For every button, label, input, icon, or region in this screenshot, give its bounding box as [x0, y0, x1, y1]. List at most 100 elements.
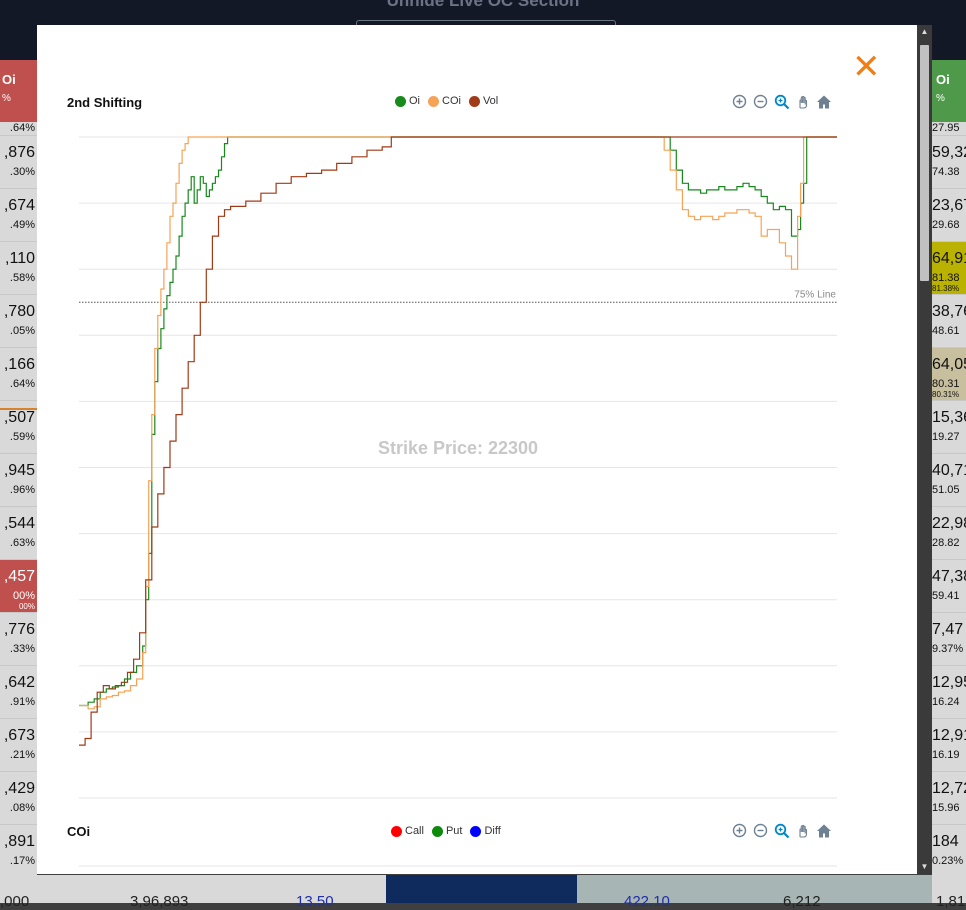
- right-oi-percent: 74.38: [932, 166, 960, 178]
- right-oi-cell: 59,32 74.38: [932, 136, 966, 189]
- bottom-cell-3: 13.50: [296, 893, 334, 910]
- bottom-cell-5: 6,212: [783, 893, 821, 910]
- right-oi-value: 12,72: [932, 780, 966, 797]
- left-oi-percent: .33%: [9, 643, 35, 655]
- right-column-header: Oi %: [932, 60, 966, 122]
- right-oi-cell: 12,91 16.19: [932, 719, 966, 772]
- left-oi-percent: .49%: [9, 219, 35, 231]
- page-title: Unhide Live OC Section: [386, 0, 580, 10]
- left-oi-value: ,507: [3, 409, 35, 426]
- left-oi-value: ,544: [3, 515, 35, 532]
- right-oi-cell: 47,38 59.41: [932, 560, 966, 613]
- right-oi-value: 38,76: [932, 303, 966, 320]
- right-oi-cell: 22,98 28.82: [932, 507, 966, 560]
- right-oi-value: 7,47: [932, 621, 964, 638]
- bottom-cell-4: 422.10: [624, 893, 670, 910]
- scroll-up-arrow-icon[interactable]: ▲: [917, 25, 932, 39]
- right-oi-cell: 40,71 51.05: [932, 454, 966, 507]
- right-oi-percent: 27.95: [932, 122, 960, 134]
- right-oi-percent: 0.23%: [932, 855, 964, 867]
- right-oi-cell: 184 0.23%: [932, 825, 966, 878]
- left-oi-subpercent: 00%: [18, 602, 35, 611]
- chart-modal: ✕ 2nd Shifting Oi COi Vol COi Call Put Diff …: [37, 25, 917, 874]
- right-oi-cell: 23,67 29.68: [932, 189, 966, 242]
- right-oi-cell: 7,47 9.37%: [932, 613, 966, 666]
- atm-divider-line: [0, 408, 37, 410]
- left-oi-percent: .58%: [9, 272, 35, 284]
- left-oi-value: ,776: [3, 621, 35, 638]
- left-oi-value: ,674: [3, 197, 35, 214]
- right-oi-value: 64,91: [932, 250, 966, 267]
- bottom-row-strike-cell: [386, 875, 577, 903]
- left-oi-percent: .59%: [9, 431, 35, 443]
- left-oi-value: ,780: [3, 303, 35, 320]
- right-oi-value: 47,38: [932, 568, 966, 585]
- right-oi-percent: 28.82: [932, 537, 960, 549]
- left-oi-percent: .05%: [9, 325, 35, 337]
- right-oi-value: 12,91: [932, 727, 966, 744]
- scroll-thumb[interactable]: [920, 45, 929, 281]
- left-oi-value: ,457: [3, 568, 35, 585]
- modal-scrollbar[interactable]: ▲ ▼: [917, 25, 932, 874]
- right-oi-cell: 38,76 48.61: [932, 295, 966, 348]
- left-oi-cell: ,673 .21%: [0, 719, 37, 772]
- left-oi-cell: ,429 .08%: [0, 772, 37, 825]
- right-oi-cell: 12,95 16.24: [932, 666, 966, 719]
- right-oi-cell: 64,0580.3180.31%: [932, 348, 966, 401]
- right-oi-percent: 19.27: [932, 431, 960, 443]
- left-oi-percent: .91%: [9, 696, 35, 708]
- left-oi-percent: .64%: [9, 122, 35, 134]
- right-oi-value: 184: [932, 833, 959, 850]
- series-line-oi: [79, 136, 837, 707]
- right-oi-cell: 12,72 15.96: [932, 772, 966, 825]
- right-oi-value: 12,95: [932, 674, 966, 691]
- right-oi-value: 64,05: [932, 356, 966, 373]
- left-oi-value: ,673: [3, 727, 35, 744]
- left-oi-cell: .64%: [0, 122, 37, 136]
- left-oi-percent: .08%: [9, 802, 35, 814]
- left-oi-percent: .63%: [9, 537, 35, 549]
- left-oi-value: ,166: [3, 356, 35, 373]
- scroll-down-arrow-icon[interactable]: ▼: [917, 860, 932, 874]
- seventy-five-percent-label: 75% Line: [794, 289, 836, 300]
- right-oi-percent: 51.05: [932, 484, 960, 496]
- left-oi-value: ,876: [3, 144, 35, 161]
- left-oi-cell: ,780 .05%: [0, 295, 37, 348]
- chart1-plot[interactable]: Strike Price: 22300 75% Line: [37, 25, 917, 874]
- right-oi-value: 59,32: [932, 144, 966, 161]
- left-oi-value: ,429: [3, 780, 35, 797]
- left-oi-cell: ,776 .33%: [0, 613, 37, 666]
- left-oi-value: ,891: [3, 833, 35, 850]
- right-header-sub: %: [936, 93, 945, 104]
- left-oi-percent: .17%: [9, 855, 35, 867]
- left-oi-cell: ,166 .64%: [0, 348, 37, 401]
- left-oi-cell: ,110 .58%: [0, 242, 37, 295]
- left-oi-percent: .21%: [9, 749, 35, 761]
- bottom-cell-2: 3,96,893: [130, 893, 189, 910]
- left-header-label: Oi: [2, 72, 16, 87]
- right-oi-percent: 48.61: [932, 325, 960, 337]
- left-column-header: Oi %: [0, 60, 37, 122]
- right-header-label: Oi: [936, 72, 950, 87]
- right-oi-subpercent: 80.31%: [932, 390, 960, 399]
- left-oi-value: ,110: [5, 250, 35, 267]
- left-oi-percent: .30%: [9, 166, 35, 178]
- left-oi-value: ,642: [3, 674, 35, 691]
- left-oi-cell: ,876 .30%: [0, 136, 37, 189]
- background-bottom-row: ,000 3,96,893 13.50 422.10 6,212 1,81: [0, 875, 966, 910]
- right-oi-cell: 15,36 19.27: [932, 401, 966, 454]
- left-oi-cell: ,891 .17%: [0, 825, 37, 878]
- right-oi-value: 23,67: [932, 197, 966, 214]
- background-right-column: Oi % 27.9559,3274.3823,6729.6864,9181.38…: [932, 60, 966, 903]
- right-oi-cell: 27.95: [932, 122, 966, 136]
- left-oi-value: ,945: [3, 462, 35, 479]
- right-oi-percent: 16.19: [932, 749, 960, 761]
- series-line-coi: [79, 136, 837, 710]
- right-oi-value: 40,71: [932, 462, 966, 479]
- right-oi-percent: 15.96: [932, 802, 960, 814]
- right-oi-subpercent: 81.38%: [932, 284, 960, 293]
- left-oi-cell: ,457 00% 00%: [0, 560, 37, 613]
- right-oi-cell: 64,9181.3881.38%: [932, 242, 966, 295]
- bottom-cell-6: 1,81: [936, 893, 966, 910]
- left-oi-percent: .64%: [9, 378, 35, 390]
